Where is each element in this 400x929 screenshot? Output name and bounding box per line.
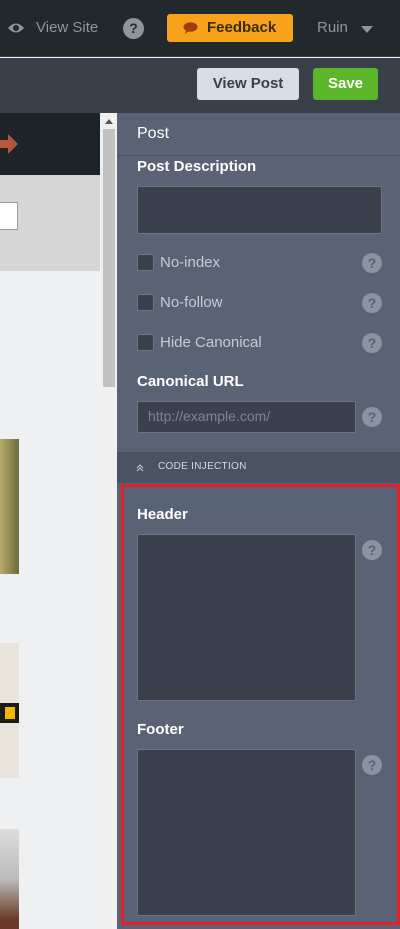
chat-bubble-icon (183, 22, 198, 34)
post-description-label: Post Description (137, 158, 257, 175)
chevron-up-icon (136, 464, 144, 472)
help-icon[interactable]: ? (362, 293, 382, 313)
feedback-label: Feedback (207, 19, 277, 36)
scrollbar-thumb[interactable] (103, 129, 115, 387)
view-site-link[interactable]: View Site (36, 19, 98, 36)
action-bar: View Post Save (0, 58, 400, 113)
canonical-url-label: Canonical URL (137, 373, 244, 390)
preview-header (0, 113, 100, 175)
view-post-button[interactable]: View Post (197, 68, 299, 100)
post-settings-sidebar: Post Post Description No-index ? No-foll… (117, 113, 400, 929)
eye-icon (8, 23, 24, 33)
no-index-label: No-index (160, 254, 221, 271)
scroll-up-icon[interactable] (105, 119, 113, 124)
canonical-url-input[interactable]: http://example.com/ (137, 401, 356, 433)
user-menu[interactable]: Ruin (317, 19, 348, 36)
no-follow-checkbox[interactable] (137, 294, 154, 311)
chevron-down-icon[interactable] (361, 26, 373, 33)
code-injection-section-header[interactable]: CODE INJECTION (117, 452, 400, 483)
preview-image (0, 829, 19, 929)
no-follow-label: No-follow (160, 294, 223, 311)
help-icon[interactable]: ? (362, 407, 382, 427)
code-injection-title: CODE INJECTION (158, 461, 247, 472)
post-preview (0, 113, 117, 929)
no-index-checkbox[interactable] (137, 254, 154, 271)
post-description-input[interactable] (137, 186, 382, 234)
preview-search-box (0, 202, 18, 230)
help-icon[interactable]: ? (362, 333, 382, 353)
highlight-box (121, 484, 400, 925)
arrow-right-icon (0, 134, 18, 154)
preview-image (0, 439, 19, 574)
preview-image-detail (5, 707, 15, 719)
help-icon[interactable]: ? (362, 253, 382, 273)
hide-canonical-label: Hide Canonical (160, 334, 262, 351)
save-button[interactable]: Save (313, 68, 378, 100)
feedback-button[interactable]: Feedback (167, 14, 293, 42)
scrollbar[interactable] (101, 113, 117, 929)
divider (117, 155, 400, 156)
top-bar: View Site ? Feedback Ruin (0, 0, 400, 57)
help-icon[interactable]: ? (123, 18, 144, 39)
sidebar-title: Post (137, 125, 170, 142)
canonical-url-placeholder: http://example.com/ (148, 408, 271, 424)
hide-canonical-checkbox[interactable] (137, 334, 154, 351)
